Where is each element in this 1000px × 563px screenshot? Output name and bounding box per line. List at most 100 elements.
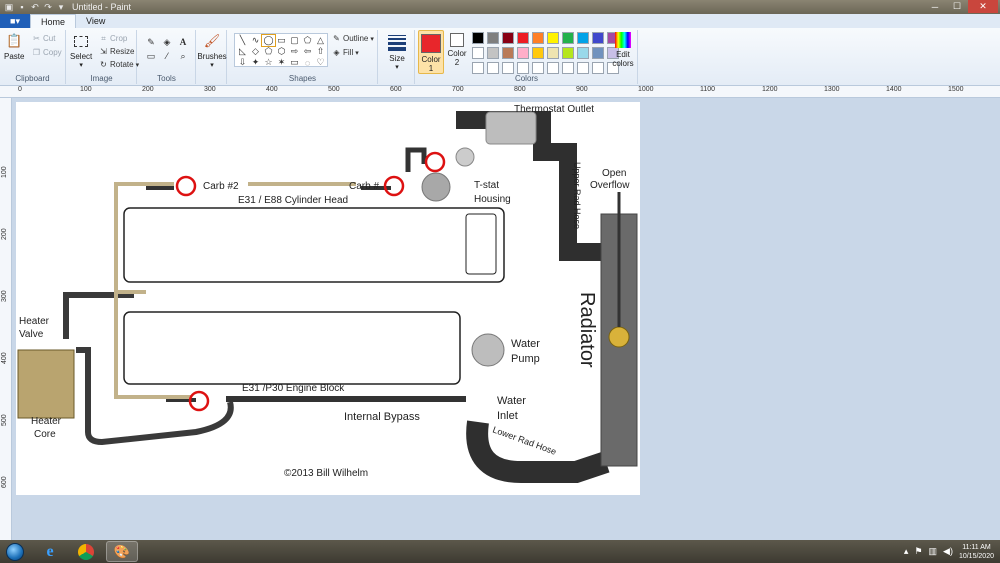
palette-swatch[interactable]: [547, 62, 559, 74]
oval-shape-icon[interactable]: ◯: [261, 34, 276, 47]
color2-button[interactable]: Color 2: [446, 33, 468, 67]
select-button[interactable]: Select ▾: [70, 32, 92, 69]
select-dropdown-icon: ▾: [79, 62, 83, 69]
size-button[interactable]: Size ▾: [379, 34, 415, 71]
cut-button[interactable]: ✂ Cut: [32, 34, 55, 43]
palette-swatch[interactable]: [592, 32, 604, 44]
taskbar-internet-explorer[interactable]: e: [34, 541, 66, 562]
four-point-star-icon[interactable]: ✦: [249, 57, 262, 68]
file-menu-button[interactable]: ■▾: [0, 14, 30, 28]
action-center-icon[interactable]: ⚑: [914, 546, 922, 557]
palette-swatch[interactable]: [487, 62, 499, 74]
palette-swatch[interactable]: [562, 47, 574, 59]
palette-swatch[interactable]: [517, 62, 529, 74]
up-arrow-shape-icon[interactable]: ⇧: [314, 46, 327, 57]
left-arrow-shape-icon[interactable]: ⇦: [301, 46, 314, 57]
palette-swatch[interactable]: [472, 32, 484, 44]
color1-button[interactable]: Color 1: [418, 30, 444, 74]
paint-app-icon[interactable]: ▣: [4, 2, 14, 12]
drawing-canvas[interactable]: Thermostat Outlet Upper Rad Hose Open Ov…: [16, 102, 640, 495]
down-arrow-shape-icon[interactable]: ⇩: [236, 57, 249, 68]
text-icon[interactable]: A: [176, 36, 190, 48]
copy-icon: ❐: [32, 48, 41, 57]
palette-swatch[interactable]: [502, 62, 514, 74]
rotate-button[interactable]: ↻ Rotate ▾: [99, 60, 139, 69]
palette-swatch[interactable]: [577, 47, 589, 59]
palette-swatch[interactable]: [487, 47, 499, 59]
triangle-shape-icon[interactable]: △: [314, 35, 327, 46]
head-end-plate: [465, 213, 497, 275]
eraser-icon[interactable]: ▭: [144, 50, 158, 62]
palette-swatch[interactable]: [472, 62, 484, 74]
network-icon[interactable]: ▥: [929, 546, 938, 557]
crop-button[interactable]: ⌗ Crop: [99, 34, 127, 44]
hexagon-shape-icon[interactable]: ⬡: [275, 46, 288, 57]
palette-swatch[interactable]: [577, 32, 589, 44]
paste-button[interactable]: 📋 Paste: [4, 32, 24, 61]
six-point-star-icon[interactable]: ✶: [275, 57, 288, 68]
volume-icon[interactable]: ◀): [943, 546, 953, 557]
fill-button[interactable]: ◈ Fill ▾: [332, 48, 358, 57]
palette-swatch[interactable]: [547, 32, 559, 44]
five-point-star-icon[interactable]: ☆: [262, 57, 275, 68]
palette-swatch[interactable]: [547, 47, 559, 59]
palette-swatch[interactable]: [592, 62, 604, 74]
palette-swatch[interactable]: [562, 62, 574, 74]
shapes-gallery[interactable]: ╲ ∿ ◯ ▭ ▢ ⬠ △ ◺ ◇ ⬠ ⬡ ⇨ ⇦ ⇧ ⇩ ✦ ☆ ✶ ▭ ◌ …: [234, 33, 328, 68]
taskbar-paint[interactable]: 🎨: [106, 541, 138, 562]
curve-shape-icon[interactable]: ∿: [249, 35, 262, 46]
polygon-shape-icon[interactable]: ⬠: [301, 35, 314, 46]
rounded-rect-shape-icon[interactable]: ▢: [288, 35, 301, 46]
palette-swatch[interactable]: [532, 47, 544, 59]
redo-icon[interactable]: ↷: [43, 2, 53, 12]
palette-swatch[interactable]: [592, 47, 604, 59]
color-palette[interactable]: [472, 32, 620, 75]
tab-view[interactable]: View: [76, 14, 115, 28]
palette-swatch[interactable]: [472, 47, 484, 59]
oval-callout-shape-icon[interactable]: ◌: [301, 57, 314, 68]
tab-home[interactable]: Home: [30, 14, 77, 28]
taskbar-chrome[interactable]: [70, 541, 102, 562]
magnifier-icon[interactable]: ⌕: [176, 50, 190, 62]
save-icon[interactable]: ▪: [17, 2, 27, 12]
right-arrow-shape-icon[interactable]: ⇨: [288, 46, 301, 57]
heart-shape-icon[interactable]: ♡: [314, 57, 327, 68]
minimize-button[interactable]: ─: [924, 0, 946, 13]
system-clock[interactable]: 11:11 AM 10/15/2020: [959, 543, 994, 561]
line-shape-icon[interactable]: ╲: [236, 35, 249, 46]
pencil-icon[interactable]: ✎: [144, 36, 158, 48]
undo-icon[interactable]: ↶: [30, 2, 40, 12]
ruler-mark: 400: [266, 86, 278, 93]
right-triangle-shape-icon[interactable]: ◺: [236, 46, 249, 57]
brushes-button[interactable]: 🖌 Brushes ▾: [197, 32, 227, 69]
diamond-shape-icon[interactable]: ◇: [249, 46, 262, 57]
color-picker-icon[interactable]: ⁄: [160, 50, 174, 62]
outline-button[interactable]: ✎ Outline ▾: [332, 34, 374, 43]
palette-swatch[interactable]: [517, 47, 529, 59]
palette-swatch[interactable]: [532, 32, 544, 44]
tstat-housing-part: [421, 172, 451, 202]
palette-swatch[interactable]: [487, 32, 499, 44]
windows-taskbar: e 🎨 ▴ ⚑ ▥ ◀) 11:11 AM 10/15/2020: [0, 540, 1000, 563]
customize-dropdown-icon[interactable]: ▾: [56, 2, 66, 12]
maximize-button[interactable]: ☐: [946, 0, 968, 13]
close-button[interactable]: ✕: [968, 0, 998, 13]
palette-swatch[interactable]: [562, 32, 574, 44]
rectangle-shape-icon[interactable]: ▭: [275, 35, 288, 46]
fill-bucket-icon[interactable]: ◈: [160, 36, 174, 48]
windows-orb-icon: [6, 542, 24, 561]
ruler-mark: 100: [80, 86, 92, 93]
copy-button[interactable]: ❐ Copy: [32, 48, 62, 57]
palette-swatch[interactable]: [502, 47, 514, 59]
pentagon-shape-icon[interactable]: ⬠: [262, 46, 275, 57]
palette-swatch[interactable]: [517, 32, 529, 44]
resize-button[interactable]: ⇲ Resize: [99, 47, 134, 56]
start-button[interactable]: [0, 540, 30, 563]
palette-swatch[interactable]: [502, 32, 514, 44]
edit-colors-button[interactable]: Edit colors: [610, 32, 636, 68]
overflow-label: Overflow: [590, 180, 630, 191]
palette-swatch[interactable]: [577, 62, 589, 74]
show-hidden-icons-icon[interactable]: ▴: [904, 546, 909, 557]
palette-swatch[interactable]: [532, 62, 544, 74]
callout-shape-icon[interactable]: ▭: [288, 57, 301, 68]
